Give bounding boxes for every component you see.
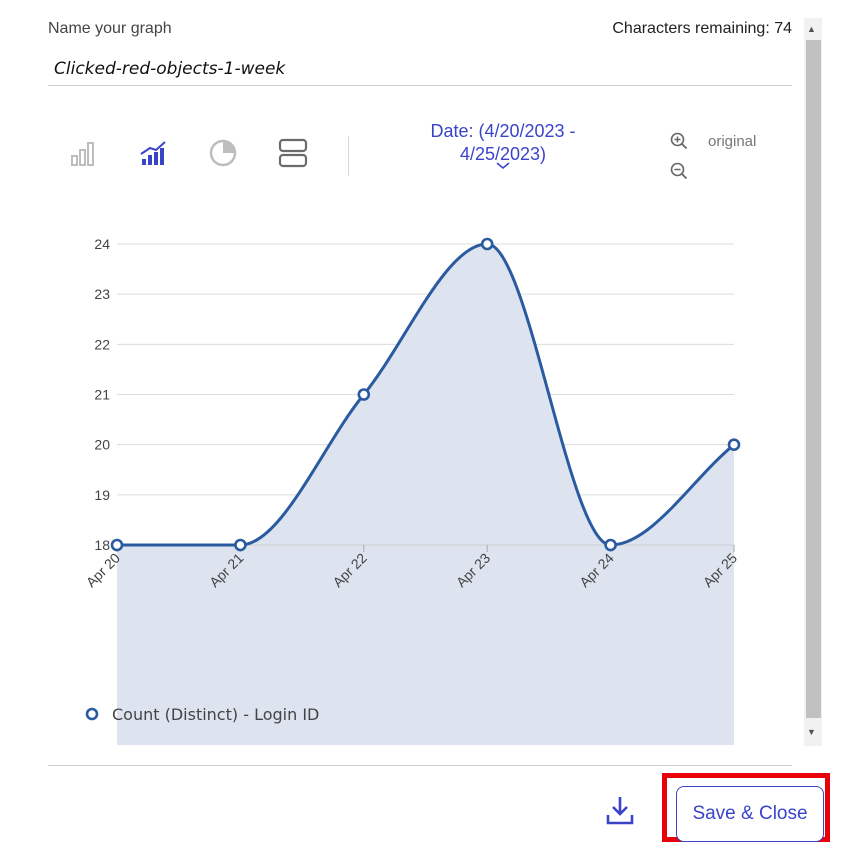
data-point (110, 538, 124, 552)
data-point (727, 438, 741, 451)
y-tick-label: 24 (94, 236, 110, 252)
data-point (357, 388, 371, 401)
y-tick-label: 21 (94, 387, 110, 403)
legend-label: Count (Distinct) - Login ID (112, 705, 319, 724)
scroll-down-arrow[interactable]: ▼ (807, 727, 816, 737)
legend-marker (85, 707, 99, 721)
data-point (480, 237, 494, 251)
data-point (234, 538, 247, 552)
scrollbar-thumb[interactable] (806, 40, 821, 718)
y-tick-label: 23 (94, 286, 110, 302)
footer-divider (48, 765, 792, 766)
y-tick-label: 20 (94, 437, 110, 453)
download-button[interactable] (604, 794, 636, 831)
y-tick-label: 19 (94, 487, 110, 503)
save-close-button[interactable]: Save & Close (676, 786, 824, 842)
download-icon (606, 797, 634, 825)
area-chart: 18192021222324Apr 20 Apr 21 Apr 22 Apr 23 Ap… (83, 236, 741, 745)
data-point (604, 538, 617, 552)
y-tick-label: 18 (94, 537, 110, 553)
y-tick-label: 22 (94, 336, 110, 352)
scroll-up-arrow[interactable]: ▲ (807, 24, 816, 34)
